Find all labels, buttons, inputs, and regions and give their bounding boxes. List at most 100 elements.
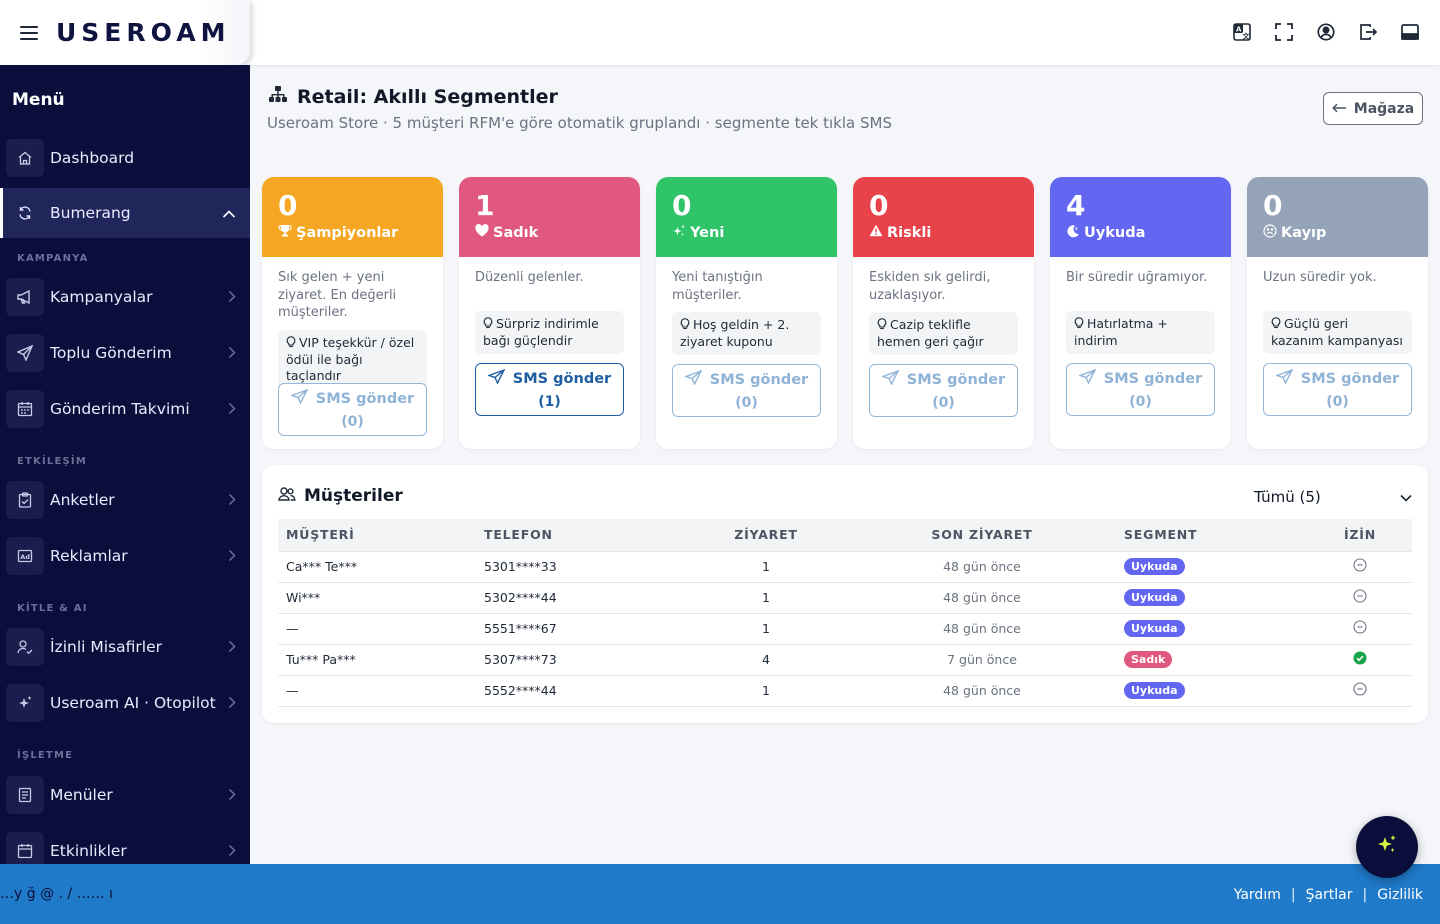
sidebar-item-kampanyalar[interactable]: Kampanyalar [0,272,250,322]
footer-link-sartlar[interactable]: Şartlar [1306,887,1353,903]
table-row[interactable]: — 5552****44 1 48 gün önce Uykuda [278,675,1412,707]
send-icon [683,369,703,389]
customers-title-text: Müşteriler [304,486,403,506]
table-row[interactable]: Wi*** 5302****44 1 48 gün önce Uykuda [278,582,1412,614]
segment-tip-text: Güçlü geri kazanım kampanyası [1271,316,1403,348]
customer-consent [1308,644,1412,676]
logo[interactable]: USEROAM [56,18,230,47]
sidebar-item-label: Dashboard [50,149,135,167]
send-sms-button[interactable]: SMS gönder (0) [1263,363,1412,416]
customer-phone: 5307****73 [476,644,676,676]
send-sms-button[interactable]: SMS gönder (1) [475,363,624,416]
clipboard-icon [6,481,44,519]
sidebar-item-useroam-ai[interactable]: Useroam AI · Otopilot [0,678,250,728]
send-sms-button[interactable]: SMS gönder (0) [869,364,1018,417]
segment-description: Düzenli gelenler. [475,270,584,285]
col-telefon: TELEFON [476,519,676,552]
segment-description: Yeni tanıştığın müşteriler. [672,270,763,303]
customer-consent [1308,613,1412,645]
table-row[interactable]: Tu*** Pa*** 5307****73 4 7 gün önce Sadı… [278,644,1412,676]
section-kitle-ai: KİTLE & AI [17,603,88,614]
fullscreen-icon[interactable] [1274,21,1294,43]
customer-last-visit: 48 gün önce [856,551,1108,583]
segment-icon [869,224,883,241]
customer-name: — [278,675,476,707]
user-circle-icon[interactable] [1316,21,1336,43]
hamburger-menu-icon[interactable] [20,25,38,40]
sms-button-label: SMS gönder [1300,370,1400,387]
segment-name: Şampiyonlar [278,224,427,242]
ai-assistant-fab[interactable] [1356,816,1418,878]
chevron-right-icon [228,400,236,419]
segment-icon [475,224,489,241]
logout-icon[interactable] [1358,21,1378,43]
arrow-left-icon [1331,101,1347,117]
section-kampanya: KAMPANYA [17,253,89,264]
segment-card-header: 0 Riskli [853,177,1034,257]
chevron-right-icon [228,344,236,363]
footer-separator: | [1362,887,1368,903]
panel-icon[interactable] [1400,21,1420,43]
segment-tip: Güçlü geri kazanım kampanyası [1263,311,1412,354]
segment-tip-text: Sürpriz indirimle bağı güçlendir [483,316,599,348]
segment-card-header: 1 Sadık [459,177,640,257]
segment-tip: Cazip teklifle hemen geri çağır [869,312,1018,355]
customer-last-visit: 48 gün önce [856,613,1108,645]
sidebar-item-bumerang[interactable]: Bumerang [0,188,250,238]
customer-name: Wi*** [278,582,476,614]
translate-icon[interactable]: A文 [1232,21,1252,43]
segment-card: 1 Sadık Düzenli gelenler. Sürpriz indiri… [459,177,640,449]
table-row[interactable]: Ca*** Te*** 5301****33 1 48 gün önce Uyk… [278,551,1412,583]
sidebar-item-anketler[interactable]: Anketler [0,475,250,525]
segment-description: Sık gelen + yeni ziyaret. En değerli müş… [278,270,397,320]
sms-recipient-count: (0) [1326,394,1349,410]
sidebar: Menü Dashboard Bumerang KAMPANYA Kampany… [0,65,250,900]
footer-link-yardim[interactable]: Yardım [1234,887,1281,903]
send-sms-button[interactable]: SMS gönder (0) [672,364,821,417]
col-musteri: MÜŞTERİ [278,519,476,552]
footer: …y ğ @ . / …… ı Yardım | Şartlar | Gizli… [0,864,1440,924]
segment-count: 0 [278,189,298,222]
ad-icon: Ad [6,537,44,575]
sidebar-item-menuler[interactable]: Menüler [0,770,250,820]
send-sms-button[interactable]: SMS gönder (0) [1066,363,1215,416]
sidebar-item-gonderim-takvimi[interactable]: Gönderim Takvimi [0,384,250,434]
segment-card: 4 z Uykuda Bir süredir uğramıyor. Hatırl… [1050,177,1231,449]
table-row[interactable]: — 5551****67 1 48 gün önce Uykuda [278,613,1412,645]
segment-icon [1263,224,1277,242]
sms-recipient-count: (0) [735,395,758,411]
sidebar-item-izinli-misafirler[interactable]: İzinli Misafirler [0,622,250,672]
sidebar-item-dashboard[interactable]: Dashboard [0,133,250,183]
hierarchy-icon [268,85,288,108]
back-to-store-button[interactable]: Mağaza [1323,92,1423,125]
segment-card: 0 Şampiyonlar Sık gelen + yeni ziyaret. … [262,177,443,449]
sidebar-item-label: Menüler [50,786,113,804]
sidebar-item-label: Gönderim Takvimi [50,400,190,418]
customer-name: Ca*** Te*** [278,551,476,583]
customer-phone: 5302****44 [476,582,676,614]
minus-circle-icon [1353,558,1367,575]
minus-circle-icon [1353,620,1367,637]
chevron-right-icon [228,547,236,566]
segment-tip: Hoş geldin + 2. ziyaret kuponu [672,312,821,355]
top-actions: A文 [1232,21,1420,43]
segment-card-header: 0 Yeni [656,177,837,257]
col-segment: SEGMENT [1108,519,1308,552]
footer-link-gizlilik[interactable]: Gizlilik [1377,887,1423,903]
segment-name: Sadık [475,224,624,241]
customer-consent [1308,551,1412,583]
page-subtitle: Useroam Store · 5 müşteri RFM'e göre oto… [267,114,892,132]
sidebar-item-toplu-gonderim[interactable]: Toplu Gönderim [0,328,250,378]
lightbulb-icon [483,317,493,333]
customer-segment: Uykuda [1108,613,1308,645]
segment-tip: Sürpriz indirimle bağı güçlendir [475,311,624,354]
segment-filter-select[interactable]: Tümü (5) [1254,486,1412,508]
section-etkilesim: ETKİLEŞİM [17,456,87,467]
section-isletme: İŞLETME [17,750,74,761]
lightbulb-icon [1074,317,1084,333]
check-circle-icon [1353,651,1367,668]
sidebar-item-reklamlar[interactable]: Ad Reklamlar [0,531,250,581]
customer-last-visit: 7 gün önce [856,644,1108,676]
minus-circle-icon [1353,589,1367,606]
send-sms-button[interactable]: SMS gönder (0) [278,383,427,436]
